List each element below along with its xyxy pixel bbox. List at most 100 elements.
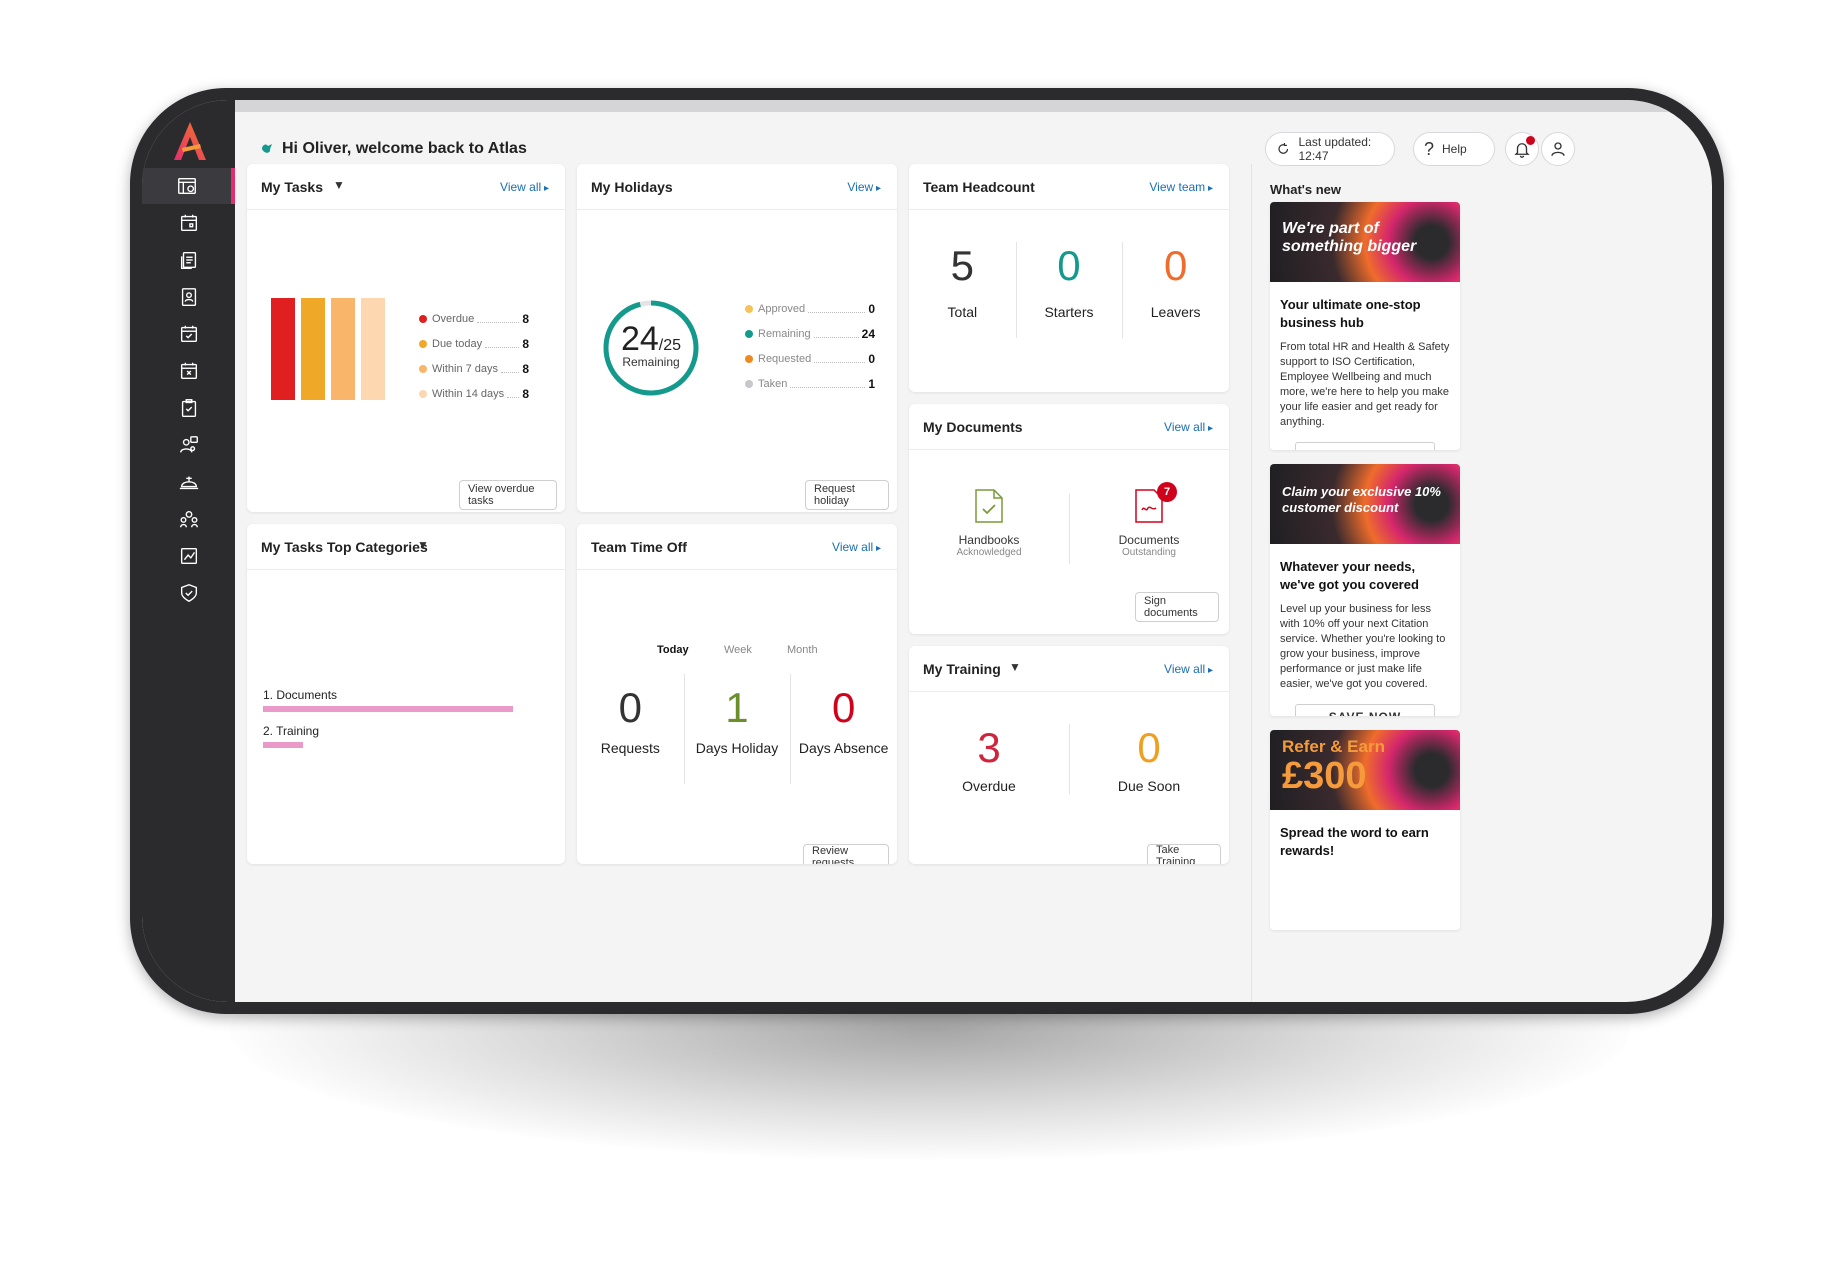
legend-value: 8 bbox=[522, 362, 529, 376]
stat-label: Days Absence bbox=[798, 740, 889, 756]
atlas-logo[interactable] bbox=[172, 120, 208, 162]
main-area: Hi Oliver, welcome back to Atlas Last up… bbox=[235, 100, 1712, 1002]
legend-label: Due today bbox=[432, 338, 483, 350]
whats-new-title: What's new bbox=[1270, 182, 1341, 197]
chevron-down-icon[interactable]: ▼ bbox=[417, 538, 429, 552]
calendar-cross-icon bbox=[180, 362, 197, 380]
card-header: My Tasks Top Categories ▼ bbox=[247, 524, 565, 570]
card-title: Team Time Off bbox=[591, 539, 687, 555]
legend-label: Within 7 days bbox=[432, 363, 499, 375]
nav-team[interactable] bbox=[142, 501, 235, 537]
view-all-tasks-link[interactable]: View all bbox=[500, 180, 549, 194]
refresh-button[interactable]: Last updated: 12:47 bbox=[1265, 132, 1395, 166]
stat-value: 5 bbox=[950, 242, 974, 289]
legend-value: 1 bbox=[868, 377, 875, 391]
view-overdue-tasks-button[interactable]: View overdue tasks bbox=[459, 480, 557, 510]
view-all-documents-link[interactable]: View all bbox=[1164, 420, 1213, 434]
category-bar bbox=[263, 706, 513, 712]
stat-label: Days Holiday bbox=[695, 740, 779, 756]
ring-label: Remaining bbox=[622, 355, 680, 369]
my-tasks-card: My Tasks ▼ View all Overdue8Due today8Wi… bbox=[247, 164, 565, 512]
tab-week[interactable]: Week bbox=[724, 644, 752, 656]
promo-card-hub: We're part of something bigger Your ulti… bbox=[1270, 202, 1460, 450]
legend-row: Due today 8 bbox=[419, 337, 529, 351]
tasks-categories-card: My Tasks Top Categories ▼ 1. Documents 2.… bbox=[247, 524, 565, 864]
nav-compliance[interactable] bbox=[142, 575, 235, 611]
nav-calendar-check[interactable] bbox=[142, 316, 235, 352]
legend-dot bbox=[745, 305, 753, 313]
nav-reports[interactable] bbox=[142, 538, 235, 574]
legend-leader bbox=[507, 396, 520, 398]
take-training-button[interactable]: Take Training bbox=[1147, 844, 1221, 864]
documents-outstanding[interactable]: 7 Documents Outstanding bbox=[1099, 482, 1199, 558]
nav-dashboard[interactable] bbox=[142, 168, 235, 204]
nav-calendar[interactable] bbox=[142, 205, 235, 241]
promo-card-refer: Refer & Earn £300 Spread the word to ear… bbox=[1270, 730, 1460, 930]
profile-button[interactable] bbox=[1541, 132, 1575, 166]
notifications-button[interactable] bbox=[1505, 132, 1539, 166]
documents-icon bbox=[180, 251, 196, 269]
help-label: Help bbox=[1442, 142, 1467, 156]
stat-value: 0 bbox=[1163, 242, 1188, 289]
legend-dot bbox=[419, 315, 427, 323]
chevron-down-icon[interactable]: ▼ bbox=[1009, 660, 1021, 674]
nav-tasks[interactable] bbox=[142, 390, 235, 426]
top-strip bbox=[235, 100, 1712, 112]
my-holidays-card: My Holidays View 24/25 Remaining Approve… bbox=[577, 164, 897, 512]
legend-leader bbox=[790, 386, 866, 388]
legend-leader bbox=[814, 361, 866, 363]
sign-documents-button[interactable]: Sign documents bbox=[1135, 592, 1219, 622]
calendar-check-icon bbox=[180, 325, 197, 343]
stat-label: Total bbox=[947, 304, 978, 320]
user-icon bbox=[1551, 142, 1565, 156]
legend-leader bbox=[813, 336, 859, 338]
tab-today[interactable]: Today bbox=[657, 644, 689, 656]
handbook-check-icon bbox=[975, 489, 1003, 523]
view-all-time-off-link[interactable]: View all bbox=[832, 540, 881, 554]
legend-row: Taken 1 bbox=[745, 377, 875, 391]
view-team-link[interactable]: View team bbox=[1149, 180, 1213, 194]
stat-value: 0 bbox=[1137, 724, 1161, 771]
promo-title: Whatever your needs, we've got you cover… bbox=[1280, 559, 1419, 592]
chevron-down-icon[interactable]: ▼ bbox=[333, 178, 345, 192]
request-holiday-button[interactable]: Request holiday bbox=[805, 480, 889, 510]
review-requests-button[interactable]: Review requests bbox=[803, 844, 889, 864]
stat-value: 1 bbox=[725, 684, 749, 731]
legend-dot bbox=[745, 380, 753, 388]
nav-safety[interactable] bbox=[142, 464, 235, 500]
legend-row: Within 7 days 8 bbox=[419, 362, 529, 376]
refer-earn-text: Refer & Earn bbox=[1282, 737, 1385, 756]
nav-calendar-cross[interactable] bbox=[142, 353, 235, 389]
tab-month[interactable]: Month bbox=[787, 644, 818, 656]
handbooks-label: Handbooks bbox=[958, 533, 1020, 547]
legend-row: Within 14 days 8 bbox=[419, 387, 529, 401]
nav-people[interactable] bbox=[142, 427, 235, 463]
promo-banner: Claim your exclusive 10% customer discou… bbox=[1270, 464, 1460, 544]
view-all-training-link[interactable]: View all bbox=[1164, 662, 1213, 676]
stat-value: 0 bbox=[831, 684, 856, 731]
promo-body: From total HR and Health & Safety suppor… bbox=[1280, 341, 1450, 428]
save-now-button[interactable]: SAVE NOW bbox=[1295, 704, 1435, 716]
calendar-icon bbox=[180, 214, 197, 232]
help-button[interactable]: ? Help bbox=[1413, 132, 1495, 166]
app-screen: Hi Oliver, welcome back to Atlas Last up… bbox=[142, 100, 1712, 1002]
promo-title: Spread the word to earn rewards! bbox=[1280, 825, 1429, 858]
legend-label: Requested bbox=[758, 353, 812, 365]
nav-contacts[interactable] bbox=[142, 279, 235, 315]
stage: Hi Oliver, welcome back to Atlas Last up… bbox=[0, 0, 1848, 1262]
dashboard-icon bbox=[177, 177, 196, 195]
ring-center: 24/25 Remaining bbox=[601, 320, 701, 369]
legend-label: Approved bbox=[758, 303, 806, 315]
device-frame: Hi Oliver, welcome back to Atlas Last up… bbox=[130, 88, 1724, 1014]
contact-card-icon bbox=[181, 288, 196, 306]
view-holidays-link[interactable]: View bbox=[847, 180, 881, 194]
hard-hat-icon bbox=[179, 476, 198, 490]
legend-label: Overdue bbox=[432, 313, 475, 325]
nav-documents[interactable] bbox=[142, 242, 235, 278]
sidebar bbox=[142, 100, 235, 1002]
discover-more-button[interactable]: DISCOVER MORE bbox=[1295, 442, 1435, 450]
handbooks-acknowledged[interactable]: Handbooks Acknowledged bbox=[939, 488, 1039, 558]
stat-value: 3 bbox=[977, 724, 1001, 771]
greeting: Hi Oliver, welcome back to Atlas bbox=[260, 140, 527, 158]
shield-check-icon bbox=[180, 584, 197, 603]
